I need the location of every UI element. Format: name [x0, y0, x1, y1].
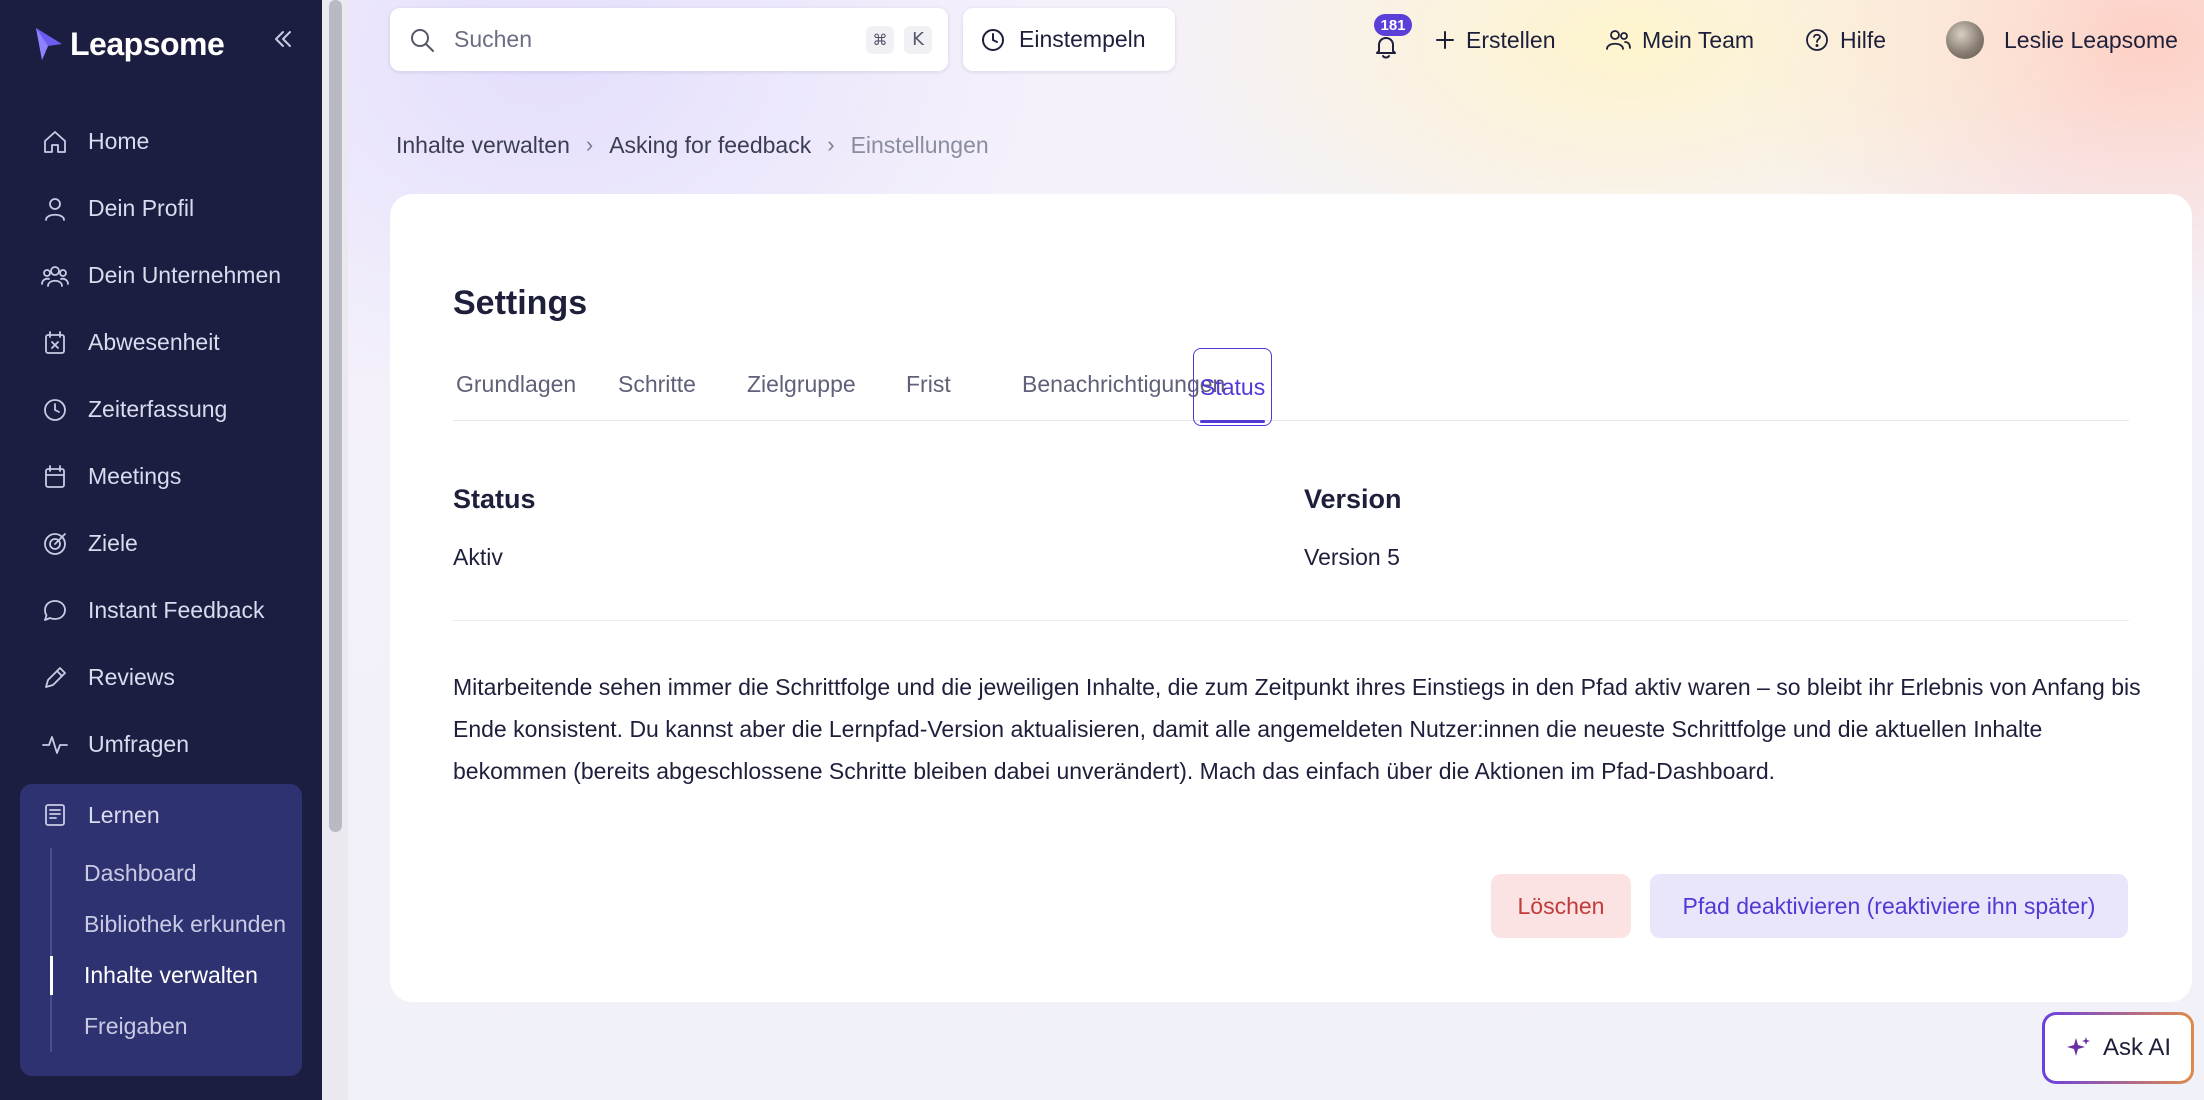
chat-icon — [44, 599, 66, 621]
settings-card: Settings Grundlagen Schritte Zielgruppe … — [390, 194, 2192, 1002]
user-menu[interactable]: Leslie Leapsome — [1946, 14, 2178, 66]
calendar-x-icon — [45, 330, 65, 354]
tab-audience[interactable]: Zielgruppe — [747, 348, 856, 420]
target-icon — [44, 532, 66, 555]
sidebar-item-instant-feedback[interactable]: Instant Feedback — [0, 577, 322, 644]
breadcrumb: Inhalte verwalten › Asking for feedback … — [396, 128, 989, 162]
status-label: Status — [453, 484, 536, 514]
calendar-icon — [45, 464, 65, 488]
sidebar-item-label: Instant Feedback — [88, 597, 265, 623]
search-input[interactable]: Suchen — [454, 26, 866, 53]
tab-basics[interactable]: Grundlagen — [456, 348, 576, 420]
clock-in-button[interactable]: Einstempeln — [963, 8, 1175, 71]
sidebar-subitem-approvals[interactable]: Freigaben — [52, 1001, 286, 1052]
sidebar-item-label: Dein Profil — [88, 195, 195, 221]
create-label: Erstellen — [1466, 26, 1556, 53]
ask-ai-button[interactable]: Ask AI — [2042, 1012, 2194, 1084]
sparkle-icon — [2066, 1037, 2090, 1056]
sidebar-item-home[interactable]: Home — [0, 108, 322, 175]
version-description: Mitarbeitende sehen immer die Schrittfol… — [453, 674, 2141, 784]
sidebar-item-label: Zeiterfassung — [88, 396, 228, 422]
shortcut-cmd-key: ⌘ — [866, 25, 894, 54]
sidebar-item-learn[interactable]: Lernen — [20, 784, 302, 846]
search-bar[interactable]: Suchen ⌘ K — [390, 8, 948, 71]
scrollbar-thumb[interactable] — [329, 0, 342, 832]
sidebar-item-meetings[interactable]: Meetings — [0, 443, 322, 510]
clock-icon — [982, 28, 1004, 51]
double-chevron-left-icon — [275, 31, 291, 47]
sidebar-item-label: Ziele — [88, 530, 138, 556]
sidebar-item-label: Umfragen — [88, 731, 189, 757]
clock-icon — [44, 398, 66, 421]
users-icon — [41, 265, 69, 287]
breadcrumb-current: Einstellungen — [850, 131, 989, 158]
help-label: Hilfe — [1840, 26, 1887, 53]
shortcut-k-key: K — [904, 25, 932, 54]
breadcrumb-manage-content[interactable]: Inhalte verwalten — [396, 132, 570, 159]
tab-status[interactable]: Status — [1193, 348, 1273, 426]
leapsome-logo-icon — [36, 28, 62, 60]
sidebar-subitem-dashboard[interactable]: Dashboard — [52, 848, 286, 899]
ask-ai-label: Ask AI — [2102, 1034, 2172, 1061]
sidebar-scrollbar[interactable] — [322, 0, 348, 1100]
breadcrumb-path[interactable]: Asking for feedback — [609, 132, 811, 159]
delete-button[interactable]: Löschen — [1491, 874, 1631, 938]
chevron-right-icon: › — [585, 132, 594, 157]
sidebar-item-profile[interactable]: Dein Profil — [0, 175, 322, 242]
sidebar-item-goals[interactable]: Ziele — [0, 510, 322, 577]
search-icon — [411, 28, 434, 52]
sidebar-item-absence[interactable]: Abwesenheit — [0, 309, 322, 376]
version-label: Version — [1304, 484, 1402, 514]
sidebar-item-label: Abwesenheit — [88, 329, 220, 355]
learn-submenu: Dashboard Bibliothek erkunden Inhalte ve… — [49, 848, 286, 1052]
sidebar-item-company[interactable]: Dein Unternehmen — [0, 242, 322, 309]
chevron-right-icon: › — [827, 132, 835, 157]
main-area: Suchen ⌘ K Einstempeln 181 Erstellen Mei… — [348, 0, 2204, 1100]
sidebar-nav: Home Dein Profil Dein Unternehmen Abwese… — [0, 108, 322, 778]
user-icon — [45, 197, 65, 221]
sidebar-item-surveys[interactable]: Umfragen — [0, 711, 322, 778]
user-name: Leslie Leapsome — [2004, 26, 2178, 53]
create-button[interactable]: Erstellen — [1434, 14, 1555, 66]
book-icon — [45, 804, 65, 826]
clock-in-label: Einstempeln — [1019, 26, 1146, 52]
status-value: Aktiv — [453, 544, 503, 570]
sidebar-item-label: Reviews — [88, 664, 175, 690]
team-icon — [1606, 30, 1631, 50]
sidebar-group-learn: Lernen Dashboard Bibliothek erkunden Inh… — [20, 784, 302, 1076]
page-title: Settings — [453, 284, 588, 322]
bell-icon — [1376, 37, 1396, 59]
settings-tabs: Grundlagen Schritte Zielgruppe Frist Ben… — [453, 348, 2129, 426]
pencil-icon — [45, 666, 66, 688]
sidebar-item-label: Home — [88, 128, 150, 154]
home-icon — [44, 130, 66, 153]
brand-name: Leapsome — [70, 25, 225, 62]
sidebar-item-time-tracking[interactable]: Zeiterfassung — [0, 376, 322, 443]
sidebar-item-label: Lernen — [88, 801, 160, 828]
sidebar-subitem-explore-library[interactable]: Bibliothek erkunden — [52, 899, 286, 950]
version-value: Version 5 — [1304, 544, 1400, 570]
sidebar-subitem-manage-content[interactable]: Inhalte verwalten — [49, 950, 286, 1001]
sidebar-item-label: Meetings — [88, 463, 182, 489]
notification-count-badge: 181 — [1374, 14, 1412, 36]
tab-steps[interactable]: Schritte — [618, 348, 696, 420]
plus-icon — [1436, 31, 1454, 49]
sidebar-item-reviews[interactable]: Reviews — [0, 644, 322, 711]
my-team-button[interactable]: Mein Team — [1604, 14, 1754, 66]
deactivate-path-button[interactable]: Pfad deaktivieren (reaktiviere ihn späte… — [1650, 874, 2128, 938]
sidebar-item-label: Dein Unternehmen — [88, 262, 282, 288]
brand-logo[interactable]: Leapsome — [34, 22, 225, 66]
collapse-sidebar-button[interactable] — [268, 24, 298, 54]
notifications-button[interactable]: 181 — [1358, 14, 1418, 66]
avatar — [1946, 21, 1984, 59]
tab-deadline[interactable]: Frist — [906, 348, 951, 420]
help-button[interactable]: Hilfe — [1804, 14, 1886, 66]
pulse-icon — [42, 735, 68, 754]
section-divider — [453, 620, 2129, 621]
sidebar: Leapsome Home Dein Profil Dein Unternehm… — [0, 0, 322, 1100]
help-icon — [1806, 29, 1828, 51]
my-team-label: Mein Team — [1642, 26, 1755, 53]
